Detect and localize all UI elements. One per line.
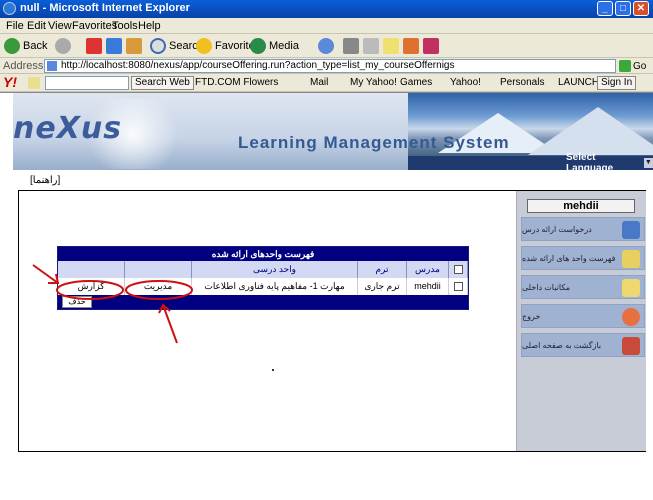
forward-button[interactable] — [55, 37, 74, 55]
circle-around-report — [56, 280, 124, 300]
maximize-button[interactable]: □ — [615, 1, 631, 16]
ie-icon — [3, 2, 16, 15]
url-input[interactable]: http://localhost:8080/nexus/app/courseOf… — [44, 59, 616, 73]
history-icon[interactable] — [318, 38, 334, 54]
link-games[interactable]: Games — [400, 77, 432, 88]
menu-bar: File Edit View Favorites Tools Help — [0, 18, 653, 34]
research-icon[interactable] — [423, 38, 439, 54]
link-personals[interactable]: Personals — [500, 77, 544, 88]
stop-button[interactable] — [86, 37, 105, 55]
menu-help[interactable]: Help — [138, 20, 161, 32]
star-icon — [196, 38, 212, 54]
address-label: Address — [3, 60, 44, 72]
print-icon[interactable] — [363, 38, 379, 54]
menu-file[interactable]: File — [6, 20, 24, 32]
media-button[interactable]: Media — [250, 37, 299, 55]
toolbar: Back Search Favorites Media — [0, 34, 653, 58]
messenger-icon[interactable] — [403, 38, 419, 54]
close-button[interactable]: ✕ — [633, 1, 649, 16]
home-icon — [126, 38, 142, 54]
link-my-yahoo[interactable]: My Yahoo! — [350, 77, 397, 88]
menu-view[interactable]: View — [48, 20, 72, 32]
window-title-bar: null - Microsoft Internet Explorer _ □ ✕ — [0, 0, 653, 18]
window-title: null - Microsoft Internet Explorer — [20, 2, 190, 14]
yahoo-logo[interactable]: Y! — [3, 74, 17, 90]
mail-icon[interactable] — [343, 38, 359, 54]
page-icon — [47, 61, 57, 71]
refresh-button[interactable] — [106, 37, 125, 55]
edit-icon[interactable] — [383, 38, 399, 54]
url-text: http://localhost:8080/nexus/app/courseOf… — [61, 60, 455, 71]
circle-around-manage — [125, 280, 193, 300]
search-icon — [150, 38, 166, 54]
go-arrow-icon — [619, 60, 631, 72]
page-viewport: neXus Learning Management System Select … — [0, 92, 653, 500]
media-icon — [250, 38, 266, 54]
minimize-button[interactable]: _ — [597, 1, 613, 16]
search-web-button[interactable]: Search Web — [131, 76, 194, 90]
menu-edit[interactable]: Edit — [27, 20, 46, 32]
go-button[interactable]: Go — [619, 59, 646, 73]
home-button[interactable] — [126, 37, 145, 55]
yahoo-toolbar: Y! Search Web FTD.COM Flowers Mail My Ya… — [0, 74, 653, 92]
link-ftd-flowers[interactable]: FTD.COM Flowers — [195, 77, 278, 88]
link-mail[interactable]: Mail — [310, 77, 328, 88]
yahoo-search-input[interactable] — [45, 76, 129, 90]
back-button[interactable]: Back — [4, 37, 47, 55]
address-bar: Address http://localhost:8080/nexus/app/… — [0, 58, 653, 74]
sign-in-button[interactable]: Sign In — [597, 76, 637, 90]
menu-tools[interactable]: Tools — [112, 20, 138, 32]
link-launch[interactable]: LAUNCH — [558, 77, 599, 88]
arrow-to-report — [32, 264, 59, 284]
forward-arrow-icon — [55, 38, 71, 54]
stop-icon — [86, 38, 102, 54]
refresh-icon — [106, 38, 122, 54]
link-yahoo[interactable]: Yahoo! — [450, 77, 481, 88]
pencil-icon[interactable] — [28, 77, 40, 89]
menu-favorites[interactable]: Favorites — [72, 20, 117, 32]
red-annotations — [32, 264, 193, 344]
back-arrow-icon — [4, 38, 20, 54]
